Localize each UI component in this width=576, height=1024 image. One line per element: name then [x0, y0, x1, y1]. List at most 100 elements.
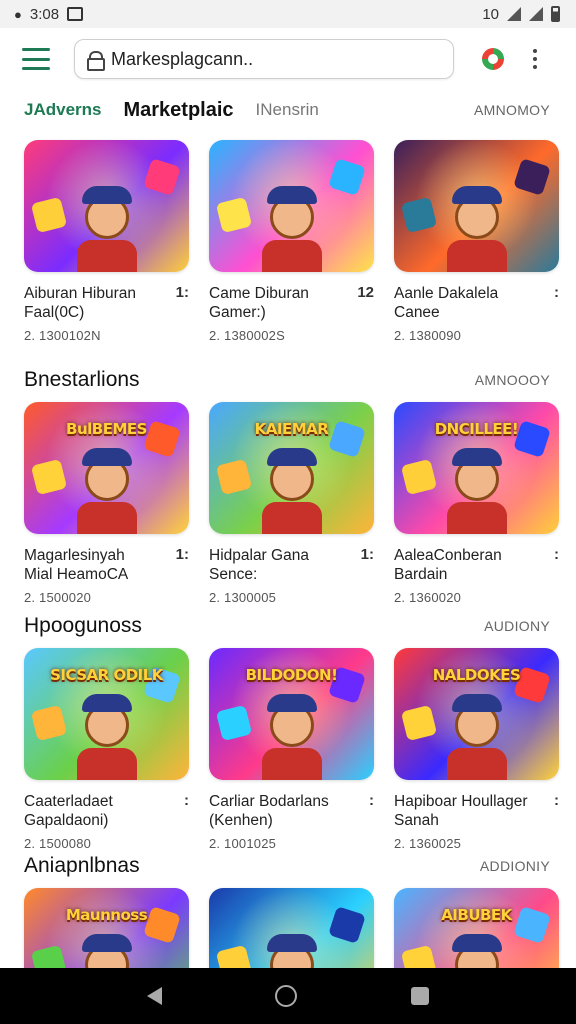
card-menu-icon[interactable]: 12 — [354, 284, 374, 343]
app-title: Aiburan Hiburan — [24, 285, 137, 302]
card-meta: Aiburan Hiburan Faal(0C) 2. 1300102N 1: — [24, 284, 189, 343]
status-bar: ● 3:08 10 — [0, 0, 576, 28]
game-logo-text: SICSAR ODILK — [50, 666, 163, 685]
app-subtitle: Sence: — [209, 566, 258, 583]
app-card[interactable]: Aiburan Hiburan Faal(0C) 2. 1300102N 1: — [24, 140, 189, 343]
app-subtitle: Canee — [394, 304, 440, 321]
app-thumbnail[interactable]: BILDODON! — [209, 648, 374, 780]
app-thumbnail[interactable] — [394, 140, 559, 272]
card-meta: Hapiboar Houllager Sanah 2. 1360025: — [394, 792, 559, 851]
app-card[interactable]: Came Diburan Gamer:) 2. 1380002S 12 — [209, 140, 374, 343]
recents-icon[interactable] — [411, 987, 430, 1005]
card-menu-icon[interactable]: 1: — [354, 546, 374, 605]
battery-text: 10 — [482, 5, 499, 23]
game-logo-text: Maunnoss — [65, 906, 148, 925]
browser-header: Markesplagcann.. — [0, 28, 576, 90]
tab-marketplace[interactable]: Marketplaic — [123, 99, 233, 122]
section-title: Aniapnlbnas — [24, 854, 140, 877]
app-title: Hapiboar Houllager — [394, 793, 528, 810]
section-2: Hpoogunoss AUDIONY SICSAR ODILK Caaterladae… — [0, 608, 576, 851]
card-menu-icon[interactable]: 1: — [169, 546, 189, 605]
section-more-link[interactable]: AMNOOOY — [475, 372, 550, 388]
section-more-link[interactable]: ADDIONIY — [480, 858, 550, 874]
section-header: Aniapnlbnas ADDIONIY — [0, 848, 576, 884]
app-title: AaleaConberan — [394, 547, 502, 564]
card-grid: BulBEMES Magarlesinyah Mial HeamoCA 2. 1500… — [0, 402, 576, 605]
battery-icon — [551, 6, 560, 22]
section-1: Bnestarlions AMNOOOY BulBEMES Magarlesinyah… — [0, 362, 576, 605]
app-card[interactable]: BILDODON! Carliar Bodarlans (Kenhen) 2. 100… — [209, 648, 374, 851]
app-card[interactable]: Aanle Dakalela Canee 2. 1380090: — [394, 140, 559, 343]
section-header: Hpoogunoss AUDIONY — [0, 608, 576, 644]
back-icon[interactable] — [146, 987, 162, 1005]
character-body — [261, 748, 322, 780]
app-thumbnail[interactable]: BulBEMES — [24, 402, 189, 534]
app-subtitle: Faal(0C) — [24, 304, 85, 321]
card-menu-icon[interactable]: : — [539, 546, 559, 605]
app-stat: 2. 1380090 — [394, 328, 462, 343]
character-body — [446, 502, 507, 534]
app-stat: 2. 1360020 — [394, 590, 462, 605]
app-thumbnail[interactable] — [24, 140, 189, 272]
app-thumbnail[interactable]: NALDOKES — [394, 648, 559, 780]
card-text: AaleaConberan Bardain 2. 1360020 — [394, 546, 534, 605]
game-logo-text: NALDOKES — [432, 666, 521, 685]
character-body — [261, 502, 322, 534]
character-body — [76, 748, 137, 780]
card-text: Carliar Bodarlans (Kenhen) 2. 1001025 — [209, 792, 349, 851]
character-body — [446, 748, 507, 780]
tab-adverns[interactable]: JAdverns — [24, 100, 101, 120]
app-stat: 2. 1300005 — [209, 590, 277, 605]
card-menu-icon[interactable]: : — [354, 792, 374, 851]
app-title: Magarlesinyah — [24, 547, 125, 564]
section-more-link[interactable]: AUDIONY — [484, 618, 550, 634]
game-logo-text: BulBEMES — [66, 420, 147, 439]
app-card[interactable]: BulBEMES Magarlesinyah Mial HeamoCA 2. 1500… — [24, 402, 189, 605]
card-text: Magarlesinyah Mial HeamoCA 2. 1500020 — [24, 546, 164, 605]
game-logo-text: BILDODON! — [245, 666, 338, 685]
card-grid: Aiburan Hiburan Faal(0C) 2. 1300102N 1: Came… — [0, 140, 576, 343]
more-vert-icon[interactable] — [532, 49, 538, 69]
menu-icon[interactable] — [22, 48, 50, 70]
section-header: Bnestarlions AMNOOOY — [0, 362, 576, 398]
app-card[interactable]: SICSAR ODILK Caaterladaet Gapaldaoni) 2. 15… — [24, 648, 189, 851]
card-grid: SICSAR ODILK Caaterladaet Gapaldaoni) 2. 15… — [0, 648, 576, 851]
card-menu-icon[interactable]: 1: — [169, 284, 189, 343]
app-thumbnail[interactable]: SICSAR ODILK — [24, 648, 189, 780]
lock-icon — [87, 51, 105, 71]
card-text: Came Diburan Gamer:) 2. 1380002S — [209, 284, 349, 343]
app-subtitle: Gamer:) — [209, 304, 266, 321]
card-menu-icon[interactable]: : — [539, 284, 559, 343]
status-right: 10 — [482, 6, 560, 23]
system-nav-bar — [0, 968, 576, 1024]
app-card[interactable]: DNCILLEE! AaleaConberan Bardain 2. 1360020: — [394, 402, 559, 605]
url-text: Markesplagcann.. — [111, 48, 254, 69]
card-menu-icon[interactable]: : — [539, 792, 559, 851]
card-text: Aanle Dakalela Canee 2. 1380090 — [394, 284, 534, 343]
card-text: Caaterladaet Gapaldaoni) 2. 1500080 — [24, 792, 164, 851]
card-meta: AaleaConberan Bardain 2. 1360020: — [394, 546, 559, 605]
section-0: Aiburan Hiburan Faal(0C) 2. 1300102N 1: Came… — [0, 140, 576, 343]
section-title: Hpoogunoss — [24, 614, 142, 637]
app-subtitle: Mial HeamoCA — [24, 566, 129, 583]
app-thumbnail[interactable] — [209, 140, 374, 272]
app-thumbnail[interactable]: DNCILLEE! — [394, 402, 559, 534]
card-text: Hidpalar Gana Sence: 2. 1300005 — [209, 546, 349, 605]
photo-notification-icon — [67, 7, 84, 21]
app-stat: 2. 1380002S — [209, 328, 285, 343]
app-card[interactable]: NALDOKES Hapiboar Houllager Sanah 2. 136002… — [394, 648, 559, 851]
character-face — [266, 186, 317, 240]
card-meta: Came Diburan Gamer:) 2. 1380002S 12 — [209, 284, 374, 343]
url-bar[interactable]: Markesplagcann.. — [74, 39, 454, 79]
character-face — [266, 694, 317, 748]
tab-inensrin[interactable]: INensrin — [256, 100, 319, 120]
game-logo-text: AIBUBEK — [441, 906, 512, 925]
app-thumbnail[interactable]: KAIEMAR — [209, 402, 374, 534]
home-icon[interactable] — [275, 985, 298, 1007]
character-face — [266, 448, 317, 502]
card-menu-icon[interactable]: : — [169, 792, 189, 851]
app-stat: 2. 1500020 — [24, 590, 92, 605]
tabs-more-link[interactable]: AMNOMOY — [474, 102, 550, 118]
play-store-icon[interactable] — [482, 48, 504, 70]
app-card[interactable]: KAIEMAR Hidpalar Gana Sence: 2. 1300005 1: — [209, 402, 374, 605]
